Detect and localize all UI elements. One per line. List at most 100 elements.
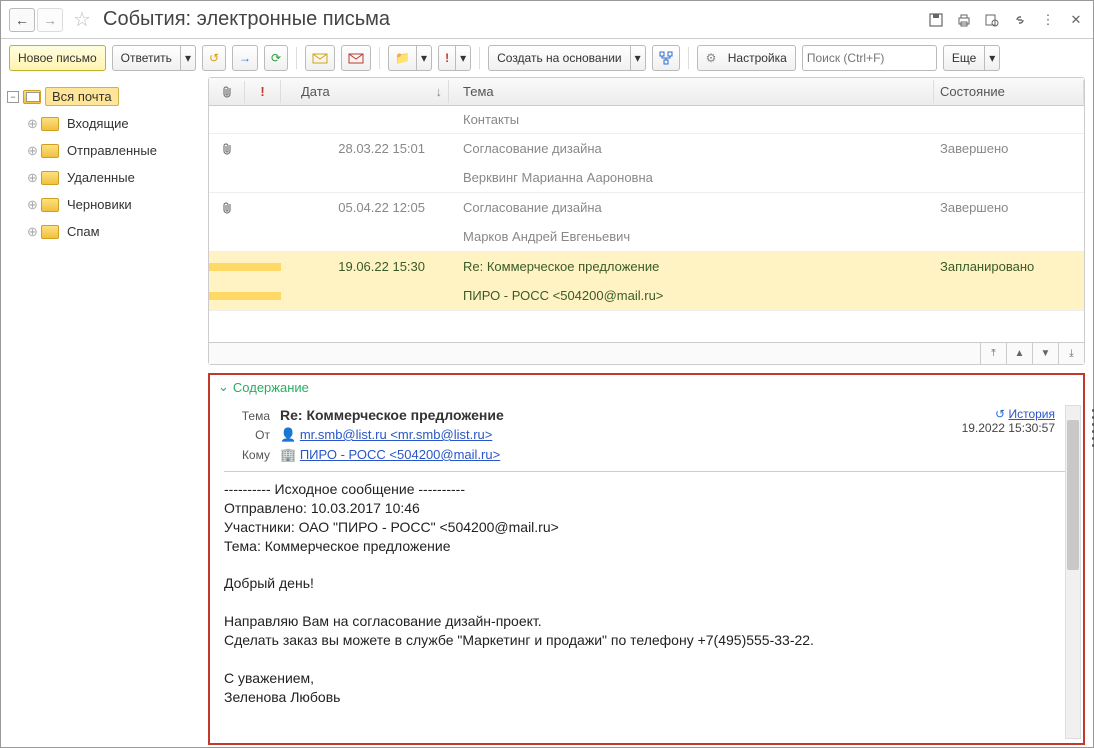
table-row[interactable]: 19.06.22 15:30Re: Коммерческое предложен… — [209, 252, 1084, 311]
more-button[interactable]: Еще — [943, 45, 984, 71]
preview-timestamp: 19.2022 15:30:57 — [962, 421, 1055, 435]
print-icon[interactable] — [955, 11, 973, 29]
folder-tree: − Вся почта ⊕ Входящие ⊕ Отправленные ⊕ Уда… — [1, 77, 208, 745]
folder-icon — [41, 225, 59, 239]
col-state[interactable]: Состояние — [934, 80, 1084, 103]
date-cell: 05.04.22 12:05 — [281, 196, 449, 219]
link-icon[interactable] — [1011, 11, 1029, 29]
importance-dropdown[interactable]: ▾ — [455, 45, 471, 71]
date-cell: 28.03.22 15:01 — [281, 137, 449, 160]
contact-icon: 👤 — [280, 427, 296, 442]
folder-icon — [41, 117, 59, 131]
flag-cell — [245, 263, 281, 271]
flag-cell — [245, 145, 281, 153]
sort-asc-icon: ↓ — [436, 84, 443, 99]
grid-nav-first[interactable]: ⤒ — [980, 343, 1006, 364]
attach-cell — [209, 138, 245, 160]
tree-root-all-mail[interactable]: − Вся почта — [5, 83, 204, 110]
receive-button[interactable] — [305, 45, 335, 71]
create-based-button[interactable]: Создать на основании — [488, 45, 630, 71]
label-from: От — [224, 428, 270, 442]
history-icon: ↺ — [995, 407, 1005, 421]
subject-cell: Re: Коммерческое предложение — [449, 255, 934, 278]
table-row[interactable]: 28.03.22 15:01Согласование дизайнаЗаверш… — [209, 134, 1084, 193]
col-date[interactable]: Дата ↓ — [281, 80, 449, 103]
divider — [224, 471, 1069, 472]
more-dropdown[interactable]: ▾ — [984, 45, 1000, 71]
attach-cell — [209, 263, 245, 271]
reply-dropdown[interactable]: ▾ — [180, 45, 196, 71]
folder-icon — [41, 171, 59, 185]
chevron-down-icon[interactable]: ⌄ — [218, 379, 229, 395]
close-icon[interactable]: ✕ — [1067, 11, 1085, 29]
collapse-icon[interactable]: − — [7, 91, 19, 103]
preview-to[interactable]: ПИРО - РОСС <504200@mail.ru> — [300, 447, 500, 462]
tree-item-deleted[interactable]: ⊕ Удаленные — [25, 164, 204, 191]
reply-button[interactable]: Ответить — [112, 45, 180, 71]
preview-from[interactable]: mr.smb@list.ru <mr.smb@list.ru> — [300, 427, 493, 442]
save-icon[interactable] — [927, 11, 945, 29]
settings-button[interactable]: ⚙ Настройка — [697, 45, 796, 71]
contact-cell: Верквинг Марианна Аароновна — [449, 166, 934, 189]
tree-item-spam[interactable]: ⊕Спам — [25, 218, 204, 245]
tree-label: Входящие — [63, 114, 133, 133]
state-cell: Запланировано — [934, 255, 1084, 278]
mail-preview: ⌄Содержание ↺ История 19.2022 15:30:57 Т… — [208, 373, 1085, 745]
importance-button[interactable]: ! — [438, 45, 455, 71]
search-input-wrap[interactable]: × — [802, 45, 937, 71]
label-to: Кому — [224, 448, 270, 462]
col-contacts: Контакты — [449, 108, 934, 131]
preview-section-label: Содержание — [233, 380, 309, 395]
grid-nav-up[interactable]: ▲ — [1006, 343, 1032, 364]
preview-icon[interactable] — [983, 11, 1001, 29]
folder-action-dropdown[interactable]: ▾ — [416, 45, 432, 71]
folder-mail-icon — [23, 90, 41, 104]
preview-body: ---------- Исходное сообщение ----------… — [224, 480, 1049, 707]
reply-all-button[interactable]: ↺ — [202, 45, 226, 71]
tree-item-drafts[interactable]: ⊕ Черновики — [25, 191, 204, 218]
org-icon: 🏢 — [280, 447, 296, 462]
forward-button[interactable]: → — [37, 8, 63, 32]
grid-nav-last[interactable]: ⤓ — [1058, 343, 1084, 364]
flag-cell — [245, 204, 281, 212]
favorite-star-icon[interactable]: ☆ — [71, 9, 93, 31]
contact-cell: Марков Андрей Евгеньевич — [449, 225, 934, 248]
forward-mail-button[interactable]: → — [232, 45, 258, 71]
folder-action-button[interactable]: 📁 — [388, 45, 416, 71]
tree-label: Черновики — [63, 195, 136, 214]
col-subject[interactable]: Тема — [449, 80, 934, 103]
new-mail-button[interactable]: Новое письмо — [9, 45, 106, 71]
state-cell: Завершено — [934, 196, 1084, 219]
create-based-dropdown[interactable]: ▾ — [630, 45, 646, 71]
expand-icon[interactable]: ⊕ — [27, 224, 37, 240]
tree-label: Удаленные — [63, 168, 139, 187]
scroll-thumb[interactable] — [1067, 420, 1079, 570]
send-button[interactable] — [341, 45, 371, 71]
tree-item-sent[interactable]: ⊕ Отправленные — [25, 137, 204, 164]
col-attach[interactable] — [209, 81, 245, 103]
expand-icon[interactable]: ⊕ — [27, 170, 37, 186]
menu-dots-icon[interactable]: ⋮ — [1039, 11, 1057, 29]
tree-item-inbox[interactable]: ⊕ Входящие — [25, 110, 204, 137]
history-link[interactable]: История — [1008, 407, 1055, 421]
back-button[interactable]: ← — [9, 8, 35, 32]
col-date-label: Дата — [301, 84, 330, 99]
contact-cell: ПИРО - РОСС <504200@mail.ru> — [449, 284, 934, 307]
refresh-button[interactable]: ⟳ — [264, 45, 288, 71]
page-title: События: электронные письма — [103, 8, 927, 31]
expand-icon[interactable]: ⊕ — [27, 197, 37, 213]
expand-icon[interactable]: ⊕ — [27, 116, 37, 132]
tree-label: Отправленные — [63, 141, 161, 160]
table-row[interactable]: 05.04.22 12:05Согласование дизайнаЗаверш… — [209, 193, 1084, 252]
search-input[interactable] — [807, 51, 962, 65]
structure-button[interactable] — [652, 45, 680, 71]
preview-scrollbar[interactable] — [1065, 405, 1081, 739]
grid-nav-down[interactable]: ▼ — [1032, 343, 1058, 364]
state-cell: Завершено — [934, 137, 1084, 160]
expand-icon[interactable]: ⊕ — [27, 143, 37, 159]
date-cell: 19.06.22 15:30 — [281, 255, 449, 278]
preview-subject: Re: Коммерческое предложение — [280, 407, 1069, 423]
col-flag[interactable]: ! — [245, 80, 281, 103]
folder-icon — [41, 144, 59, 158]
mail-grid: ! Дата ↓ Тема Состояние Контакты 28.03.22… — [208, 77, 1085, 365]
